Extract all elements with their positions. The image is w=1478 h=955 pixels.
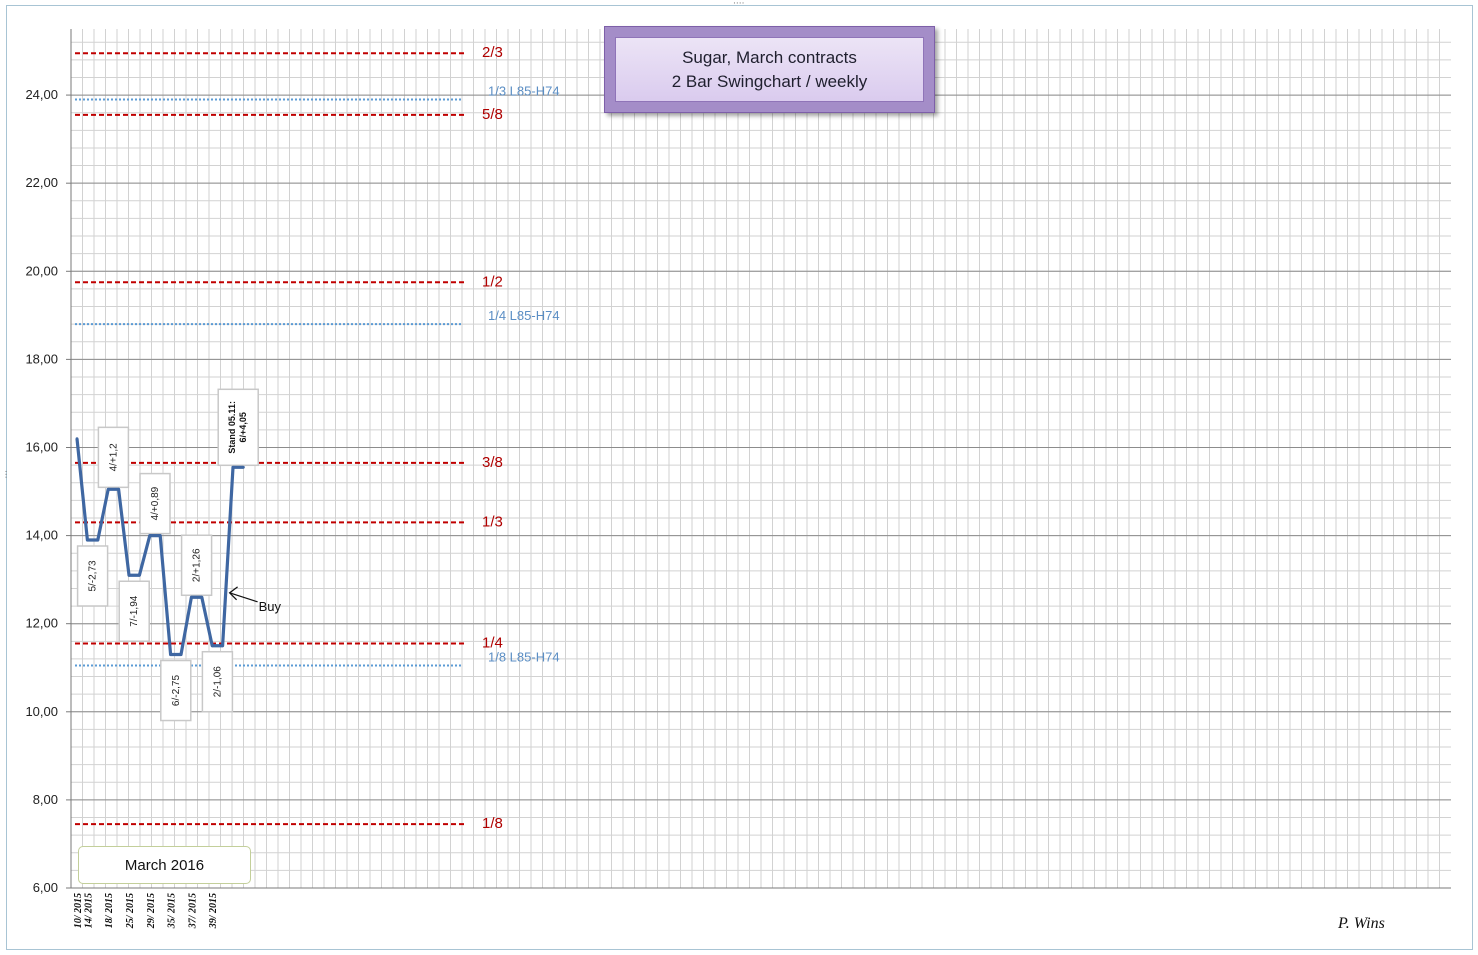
swing-annotation: 5/-2,73 — [76, 545, 109, 607]
price-point — [96, 538, 100, 542]
swing-annotation: 2/-1,06 — [201, 650, 234, 713]
price-point — [179, 653, 183, 656]
chart-title-inner: Sugar, March contracts 2 Bar Swingchart … — [615, 37, 924, 102]
y-tick-label: 10,00 — [25, 704, 58, 719]
chart-subtitle: 2 Bar Swingchart / weekly — [671, 71, 868, 91]
price-point — [242, 465, 245, 469]
reference-line-label: 1/3 L85-H74 — [488, 83, 560, 98]
swing-annotation: 6/-2,75 — [160, 659, 192, 722]
annotation-text: 2/+1,26 — [192, 548, 203, 582]
y-tick-label: 12,00 — [25, 616, 58, 631]
author-label: P. Wins — [1338, 915, 1385, 932]
x-tick-label: 14/ 2015 — [83, 893, 94, 928]
annotation-text: 2/-1,06 — [212, 666, 223, 698]
buy-marker: Buy — [228, 586, 282, 614]
reference-line-label: 1/3 — [482, 513, 503, 530]
reference-line-label: 1/8 L85-H74 — [488, 650, 560, 665]
annotation-text: 4/+0,89 — [150, 486, 161, 520]
annotation-text: Stand 05.11: — [227, 401, 237, 454]
x-tick-label: 37/ 2015 — [187, 893, 198, 929]
swing-annotation: 4/+0,89 — [139, 472, 171, 535]
reference-line-label: 3/8 — [482, 454, 503, 471]
price-point — [117, 487, 120, 491]
reference-line-label: 5/8 — [482, 106, 503, 123]
swing-annotation: 7/-1,94 — [118, 580, 150, 642]
y-tick-label: 16,00 — [25, 439, 58, 454]
price-point — [158, 534, 162, 537]
swing-annotations: 5/-2,73 4/+1,2 7/-1,94 4/+0,89 6/-2,75 2/+1,2… — [76, 388, 259, 722]
y-tick-label: 22,00 — [25, 175, 58, 190]
y-tick-label: 6,00 — [33, 880, 58, 895]
price-point — [148, 534, 152, 537]
x-tick-label: 10/ 2015 — [73, 893, 84, 928]
x-tick-label: 18/ 2015 — [104, 893, 115, 928]
x-tick-label: 25/ 2015 — [125, 893, 136, 929]
x-tick-label: 29/ 2015 — [146, 893, 157, 929]
price-point — [86, 538, 89, 542]
x-tick-label: 35/ 2015 — [167, 893, 178, 929]
annotation-text: 7/-1,94 — [129, 595, 140, 627]
price-point — [190, 595, 193, 599]
price-point — [169, 653, 173, 656]
x-tick-label: 39/ 2015 — [208, 893, 219, 929]
price-point — [75, 437, 79, 441]
price-point — [106, 487, 110, 491]
price-point — [221, 644, 225, 648]
reference-line-label: 1/2 — [482, 273, 503, 290]
price-point — [231, 465, 235, 469]
annotation-text: 6/+4,05 — [238, 412, 248, 442]
price-point — [127, 573, 131, 577]
reference-lines: 2/31/3 L85-H745/81/21/4 L85-H743/81/31/4… — [75, 44, 560, 832]
contract-label-box: March 2016 — [78, 846, 251, 884]
reference-line-label: 1/8 — [482, 815, 503, 832]
grid — [71, 29, 1451, 889]
swing-annotation: 2/+1,26 — [180, 534, 213, 597]
annotation-text: 4/+1,2 — [108, 443, 119, 472]
y-tick-label: 18,00 — [25, 351, 58, 366]
chart-title: Sugar, March contracts — [682, 47, 857, 67]
swing-annotation: Stand 05.11: 6/+4,05 — [217, 388, 259, 467]
y-tick-label: 14,00 — [25, 528, 58, 543]
chart-title-box: Sugar, March contracts 2 Bar Swingchart … — [604, 26, 935, 113]
reference-line-label: 2/3 — [482, 44, 503, 61]
annotation-text: 5/-2,73 — [88, 560, 99, 592]
reference-line-label: 1/4 L85-H74 — [488, 308, 560, 323]
annotation-text: 6/-2,75 — [171, 675, 182, 707]
y-tick-label: 24,00 — [25, 87, 58, 102]
swing-chart: 2/31/3 L85-H745/81/21/4 L85-H743/81/31/4… — [25, 29, 1451, 929]
price-point — [210, 644, 214, 648]
y-tick-label: 8,00 — [33, 792, 58, 807]
contract-label: March 2016 — [124, 856, 205, 874]
price-point — [138, 573, 141, 577]
y-tick-label: 20,00 — [25, 263, 58, 278]
swing-annotation: 4/+1,2 — [97, 426, 130, 489]
price-point — [200, 595, 204, 599]
buy-label: Buy — [259, 599, 282, 614]
